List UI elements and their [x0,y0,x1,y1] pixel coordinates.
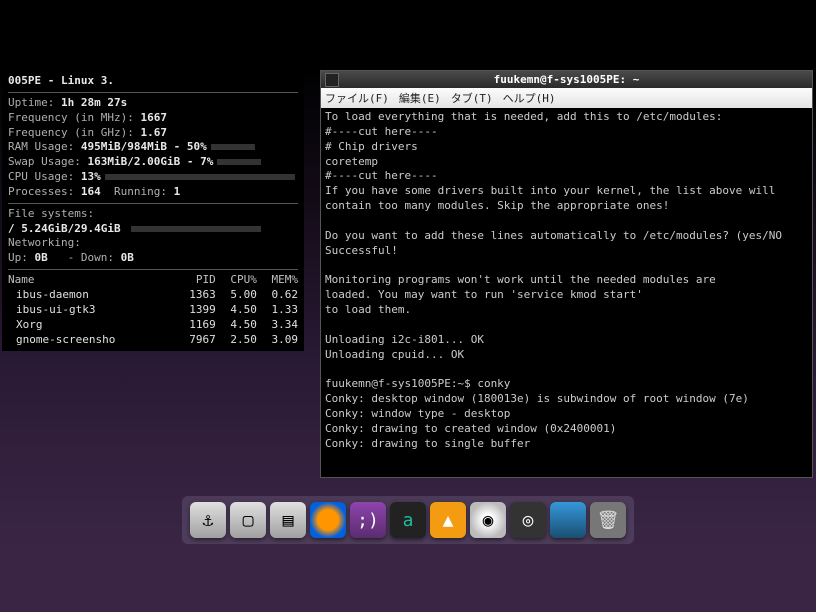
uptime-value: 1h 28m 27s [61,96,127,109]
menu-edit[interactable]: 編集(E) [399,90,441,106]
table-row: gnome-screensho79672.503.09 [8,333,298,348]
cell-mem: 3.09 [257,333,298,348]
cell-mem: 3.34 [257,318,298,333]
terminal-menu: ファイル(F) 編集(E) タブ(T) ヘルプ(H) [321,88,812,108]
cell-name: gnome-screensho [8,333,175,348]
terminal-icon [325,73,339,87]
fs-bar [131,226,261,232]
table-row: ibus-ui-gtk313994.501.33 [8,303,298,318]
cell-cpu: 4.50 [216,318,257,333]
cell-mem: 1.33 [257,303,298,318]
dock: ⚓▢▤;)a▲◉◎ 🗑 [182,496,634,544]
cell-mem: 0.62 [257,288,298,303]
net-down-label: - Down: [68,251,114,264]
col-name: Name [8,273,175,288]
net-up-value: 0B [35,251,48,264]
freq-mhz-value: 1667 [140,111,167,124]
conky-title: 005PE - Linux 3. [8,74,114,87]
menu-help[interactable]: ヘルプ(H) [503,90,556,106]
cell-cpu: 4.50 [216,303,257,318]
swap-label: Swap Usage: [8,155,81,168]
proc-value: 164 [81,185,101,198]
cpu-value: 13% [81,170,101,183]
cell-cpu: 5.00 [216,288,257,303]
dock-pidgin-icon[interactable]: ;) [350,502,386,538]
cell-pid: 1169 [175,318,216,333]
dock-anchor-icon[interactable]: ⚓ [190,502,226,538]
ram-bar [211,144,255,150]
uptime-label: Uptime: [8,96,54,109]
process-table: Name PID CPU% MEM% ibus-daemon13635.000.… [8,273,298,347]
freq-mhz-label: Frequency (in MHz): [8,111,134,124]
fs-header: File systems: [8,207,298,222]
terminal-window[interactable]: fuukemn@f-sys1005PE: ~ ファイル(F) 編集(E) タブ(… [320,70,813,478]
table-row: ibus-daemon13635.000.62 [8,288,298,303]
conky-panel: 005PE - Linux 3. Uptime: 1h 28m 27s Freq… [2,70,304,351]
net-up-label: Up: [8,251,28,264]
cell-name: ibus-daemon [8,288,175,303]
menu-file[interactable]: ファイル(F) [325,90,389,106]
cpu-label: CPU Usage: [8,170,74,183]
cell-pid: 1399 [175,303,216,318]
dock-camera-icon[interactable]: ◎ [510,502,546,538]
cell-cpu: 2.50 [216,333,257,348]
ram-label: RAM Usage: [8,140,74,153]
swap-bar [217,159,261,165]
terminal-body[interactable]: To load everything that is needed, add t… [321,108,812,477]
net-down-value: 0B [121,251,134,264]
running-label: Running: [114,185,167,198]
dock-firefox-icon[interactable] [310,502,346,538]
dock-disc-icon[interactable]: ◉ [470,502,506,538]
swap-value: 163MiB/2.00GiB - 7% [87,155,213,168]
cell-name: Xorg [8,318,175,333]
dock-terminal-icon[interactable]: ▢ [230,502,266,538]
cpu-bar [105,174,295,180]
dock-files-icon[interactable]: ▤ [270,502,306,538]
proc-label: Processes: [8,185,74,198]
dock-trash-icon[interactable]: 🗑 [590,502,626,538]
dock-desktop-icon[interactable] [550,502,586,538]
divider [8,92,298,93]
terminal-title: fuukemn@f-sys1005PE: ~ [494,73,640,86]
col-mem: MEM% [257,273,298,288]
cell-pid: 1363 [175,288,216,303]
col-cpu: CPU% [216,273,257,288]
dock-amarok-icon[interactable]: a [390,502,426,538]
cell-pid: 7967 [175,333,216,348]
table-row: Xorg11694.503.34 [8,318,298,333]
col-pid: PID [175,273,216,288]
net-header: Networking: [8,236,298,251]
dock-vlc-icon[interactable]: ▲ [430,502,466,538]
divider [8,269,298,270]
ram-value: 495MiB/984MiB - 50% [81,140,207,153]
freq-ghz-label: Frequency (in GHz): [8,126,134,139]
terminal-titlebar[interactable]: fuukemn@f-sys1005PE: ~ [321,71,812,88]
divider [8,203,298,204]
cell-name: ibus-ui-gtk3 [8,303,175,318]
running-value: 1 [174,185,181,198]
menu-tabs[interactable]: タブ(T) [451,90,493,106]
fs-root: / 5.24GiB/29.4GiB [8,222,121,235]
freq-ghz-value: 1.67 [140,126,167,139]
